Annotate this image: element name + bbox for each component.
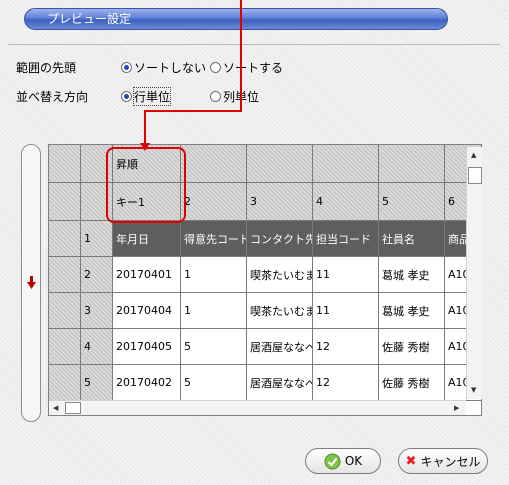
sort-cell[interactable] — [313, 145, 379, 183]
preview-settings-dialog: プレビュー設定 範囲の先頭 ソートしない ソートする 並べ替え方向 行単位 列単… — [0, 0, 509, 485]
key-cell[interactable]: 2 — [181, 183, 247, 221]
annotation-line — [144, 110, 146, 145]
corner-cell — [49, 145, 81, 183]
row-number[interactable]: 2 — [81, 257, 113, 293]
row-number[interactable]: 3 — [81, 293, 113, 329]
data-cell[interactable]: 20170401 — [113, 257, 181, 293]
data-cell[interactable]: 佐藤 秀樹 — [379, 365, 445, 401]
annotation-line — [240, 0, 242, 112]
row-handle[interactable] — [49, 329, 81, 365]
row-handle[interactable] — [49, 221, 81, 257]
data-cell[interactable]: 20170404 — [113, 293, 181, 329]
annotation-highlight-box — [106, 147, 186, 223]
key-cell[interactable]: 4 — [313, 183, 379, 221]
data-cell[interactable]: 5 — [181, 365, 247, 401]
data-cell[interactable]: 葛城 孝史 — [379, 257, 445, 293]
row-number[interactable]: 4 — [81, 329, 113, 365]
radio-dot — [121, 91, 132, 102]
sort-cell[interactable] — [181, 145, 247, 183]
data-cell[interactable]: 喫茶たいむま — [247, 257, 313, 293]
radio-sort[interactable]: ソートする — [210, 59, 283, 76]
data-cell[interactable]: 1 — [181, 257, 247, 293]
annotation-line — [144, 110, 242, 112]
radio-dot — [121, 62, 132, 73]
data-cell[interactable]: 居酒屋ななべ — [247, 329, 313, 365]
vertical-scrollbar[interactable]: ▲ ▼ — [466, 147, 482, 399]
key-cell[interactable]: 5 — [379, 183, 445, 221]
data-cell[interactable]: 5 — [181, 329, 247, 365]
window-title: プレビュー設定 — [47, 12, 132, 26]
row-number[interactable]: 5 — [81, 365, 113, 401]
divider — [8, 44, 500, 45]
radio-dot — [210, 91, 221, 102]
scroll-left-icon[interactable]: ◀ — [53, 405, 58, 412]
ok-button[interactable]: OK — [305, 448, 381, 474]
key-cell[interactable]: 3 — [247, 183, 313, 221]
data-cell[interactable]: 喫茶たいむま — [247, 293, 313, 329]
scroll-thumb[interactable] — [65, 402, 81, 414]
header-cell[interactable]: コンタクト先名 — [247, 221, 313, 257]
range-label: 範囲の先頭 — [16, 61, 77, 75]
header-cell[interactable]: 担当コード — [313, 221, 379, 257]
cancel-label: キャンセル — [420, 454, 481, 469]
data-cell[interactable]: 11 — [313, 293, 379, 329]
ok-label: OK — [344, 454, 363, 468]
data-cell[interactable]: 12 — [313, 365, 379, 401]
scroll-right-icon[interactable]: ▶ — [454, 405, 459, 412]
check-icon — [324, 453, 341, 469]
corner-cell — [49, 183, 81, 221]
data-cell[interactable]: 20170402 — [113, 365, 181, 401]
data-cell[interactable]: 居酒屋ななべ — [247, 365, 313, 401]
header-cell[interactable]: 社員名 — [379, 221, 445, 257]
data-cell[interactable]: 11 — [313, 257, 379, 293]
data-cell[interactable]: 葛城 孝史 — [379, 293, 445, 329]
data-cell[interactable]: 20170405 — [113, 329, 181, 365]
scroll-up-icon[interactable]: ▲ — [471, 152, 476, 159]
data-cell[interactable]: 12 — [313, 329, 379, 365]
data-cell[interactable]: 1 — [181, 293, 247, 329]
row-handle[interactable] — [49, 293, 81, 329]
header-cell[interactable]: 得意先コード — [181, 221, 247, 257]
row-move-panel[interactable] — [21, 144, 41, 422]
scroll-down-icon[interactable]: ▼ — [471, 387, 476, 394]
row-handle[interactable] — [49, 365, 81, 401]
radio-dot — [210, 62, 221, 73]
sort-cell[interactable] — [379, 145, 445, 183]
radio-no-sort[interactable]: ソートしない — [121, 59, 206, 76]
scroll-thumb[interactable] — [468, 167, 482, 184]
row-number[interactable]: 1 — [81, 221, 113, 257]
order-label: 並べ替え方向 — [16, 90, 89, 104]
title-bar: プレビュー設定 — [24, 8, 448, 30]
radio-by-row[interactable]: 行単位 — [121, 87, 172, 106]
arrow-down-icon[interactable] — [27, 276, 36, 290]
cancel-button[interactable]: ✖ キャンセル — [398, 448, 488, 474]
data-cell[interactable]: 佐藤 秀樹 — [379, 329, 445, 365]
x-icon: ✖ — [405, 453, 417, 469]
header-cell[interactable]: 年月日 — [113, 221, 181, 257]
sort-cell[interactable] — [247, 145, 313, 183]
horizontal-scrollbar[interactable]: ◀ ▶ — [49, 400, 466, 415]
row-handle[interactable] — [49, 257, 81, 293]
radio-by-column[interactable]: 列単位 — [210, 88, 259, 105]
